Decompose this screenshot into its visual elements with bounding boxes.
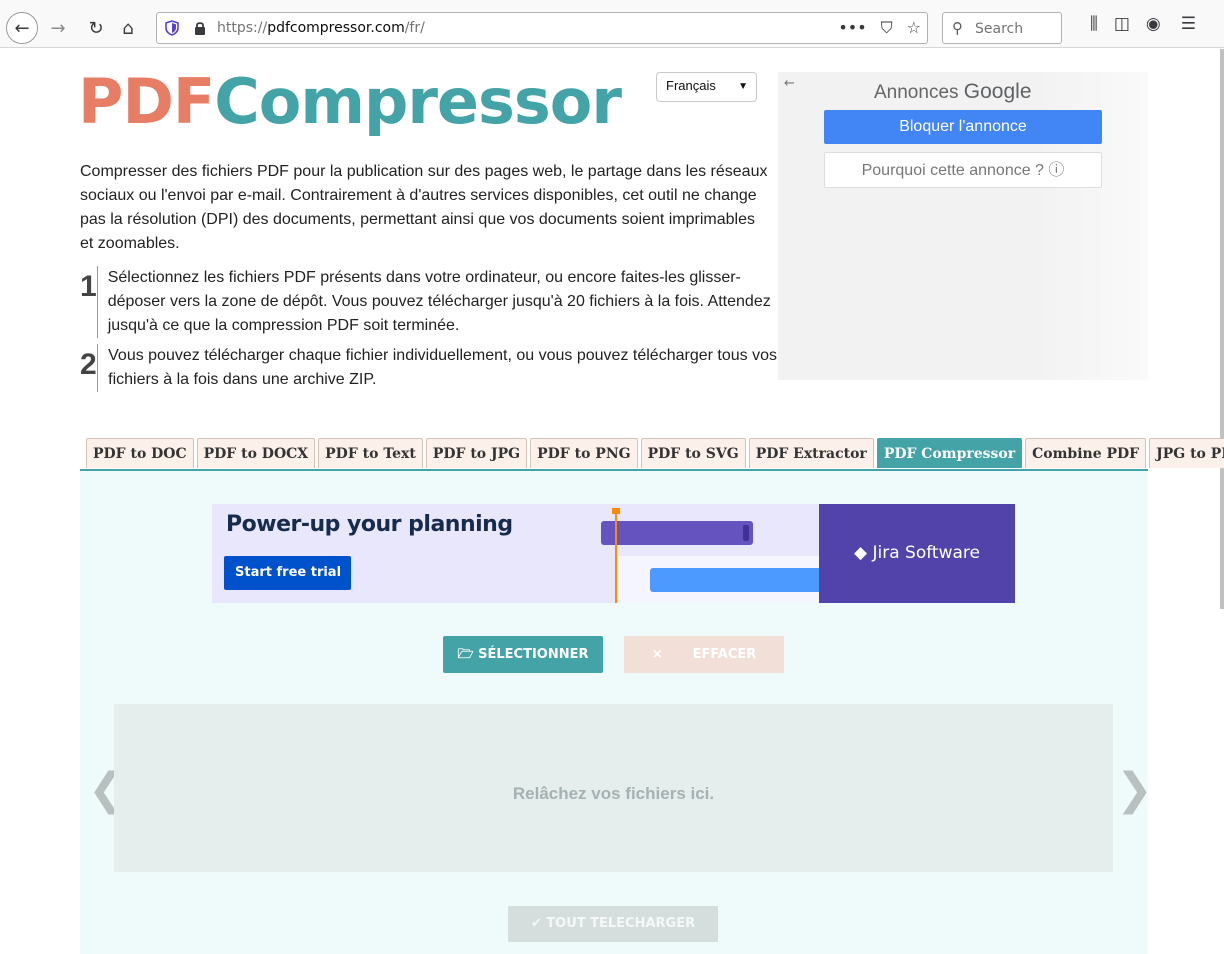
close-icon: × [651,647,663,662]
tab-pdf-to-png[interactable]: PDF to PNG [530,438,638,468]
tab-pdf-extractor[interactable]: PDF Extractor [748,438,874,468]
chevron-down-icon: ▼ [738,81,748,92]
step-1: 1 Sélectionnez les fichiers PDF présents… [80,266,780,338]
ad-timeline-bar [650,568,822,592]
ad-label: Annonces Google [874,80,1032,104]
tab-pdf-to-docx[interactable]: PDF to DOCX [196,438,316,468]
ad-marker-head [612,508,620,514]
logo-compressor: Compressor [214,65,622,138]
chevron-right-icon[interactable]: ❯ [1116,768,1153,812]
logo-pdf: PDF [78,65,215,138]
search-placeholder: Search [975,21,1024,37]
converter-tabs: PDF to DOC PDF to DOCX PDF to Text PDF t… [86,438,1224,468]
tab-pdf-to-text[interactable]: PDF to Text [318,438,423,468]
block-ad-button[interactable]: Bloquer l'annonce [824,110,1102,144]
google-ad-panel: ← Annonces Google Bloquer l'annonce Pour… [778,72,1148,380]
language-selected: Français [666,78,716,93]
scrollbar[interactable] [1220,49,1224,609]
search-icon: ⚲ [952,19,963,37]
intro-text: Compresser des fichiers PDF pour la publ… [80,163,768,252]
dropzone-message: Relâchez vos fichiers ici. [512,784,715,803]
clear-label: EFFACER [692,647,757,662]
download-all-button[interactable]: ✔ TOUT TELECHARGER [508,906,718,942]
page-actions-icon[interactable]: ••• [838,18,866,38]
tab-pdf-to-svg[interactable]: PDF to SVG [640,438,746,468]
check-icon: ✔ [530,916,547,931]
reload-icon[interactable]: ↻ [84,16,108,40]
pocket-icon[interactable]: ⛉ [881,18,893,38]
step-text: Vous pouvez télécharger chaque fichier i… [97,344,780,392]
tab-pdf-to-jpg[interactable]: PDF to JPG [425,438,528,468]
step-number: 2 [80,348,97,381]
tracking-shield-icon[interactable] [165,20,179,36]
start-trial-button[interactable]: Start free trial [224,556,351,590]
tab-combine-pdf[interactable]: Combine PDF [1025,438,1147,468]
url-bar[interactable]: https://pdfcompressor.com/fr/ ••• ⛉ ☆ [156,12,928,44]
file-dropzone[interactable]: Relâchez vos fichiers ici. [114,704,1113,872]
sidebar-icon[interactable]: ◫ [1114,14,1130,34]
bookmark-star-icon[interactable]: ☆ [907,18,921,38]
jira-ad-banner[interactable]: Power-up your planning Start free trial … [212,504,1015,603]
step-text: Sélectionnez les fichiers PDF présents d… [96,266,780,338]
search-input[interactable]: ⚲ Search [942,12,1062,44]
menu-icon[interactable]: ☰ [1181,14,1196,34]
tab-pdf-to-doc[interactable]: PDF to DOC [86,438,194,468]
folder-open-icon: 🗁 [457,647,479,662]
site-logo[interactable]: PDFCompressor [78,65,622,138]
step-2: 2 Vous pouvez télécharger chaque fichier… [80,344,780,392]
back-icon[interactable]: ← [6,12,38,44]
ad-back-icon[interactable]: ← [784,76,795,91]
browser-toolbar: ← → ↻ ⌂ https://pdfcompressor.com/fr/ ••… [0,0,1224,48]
select-label: SÉLECTIONNER [478,647,589,662]
ad-marker-line [615,510,617,603]
library-icon[interactable]: ⫼ [1090,14,1098,34]
forward-icon[interactable]: → [46,16,70,40]
url-domain: pdfcompressor.com [267,20,405,36]
lock-icon[interactable] [193,20,207,36]
ad-label-brand: Google [963,80,1032,103]
url-text[interactable]: https://pdfcompressor.com/fr/ [217,20,425,36]
tab-pdf-compressor[interactable]: PDF Compressor [876,438,1023,468]
home-icon[interactable]: ⌂ [116,16,140,40]
ad-timeline-handle [743,525,749,541]
clear-button[interactable]: × EFFACER [624,636,784,673]
account-icon[interactable]: ◉ [1146,14,1161,34]
why-this-ad-button[interactable]: Pourquoi cette annonce ? ⓘ [824,152,1102,188]
select-files-button[interactable]: 🗁 SÉLECTIONNER [443,636,603,673]
jira-logo-icon: ◆ [854,543,873,563]
url-scheme: https:// [217,20,268,36]
ad-label-prefix: Annonces [874,82,959,103]
language-select[interactable]: Français ▼ [656,72,757,102]
ad-timeline-bar [601,521,753,545]
step-number: 1 [80,270,97,303]
ad-headline: Power-up your planning [226,512,513,537]
jira-brand: ◆ Jira Software [819,504,1015,603]
jira-brand-label: Jira Software [872,543,980,563]
tab-jpg-to-pdf[interactable]: JPG to PDF [1149,438,1224,468]
download-all-label: TOUT TELECHARGER [546,916,696,931]
url-path: /fr/ [404,20,425,36]
